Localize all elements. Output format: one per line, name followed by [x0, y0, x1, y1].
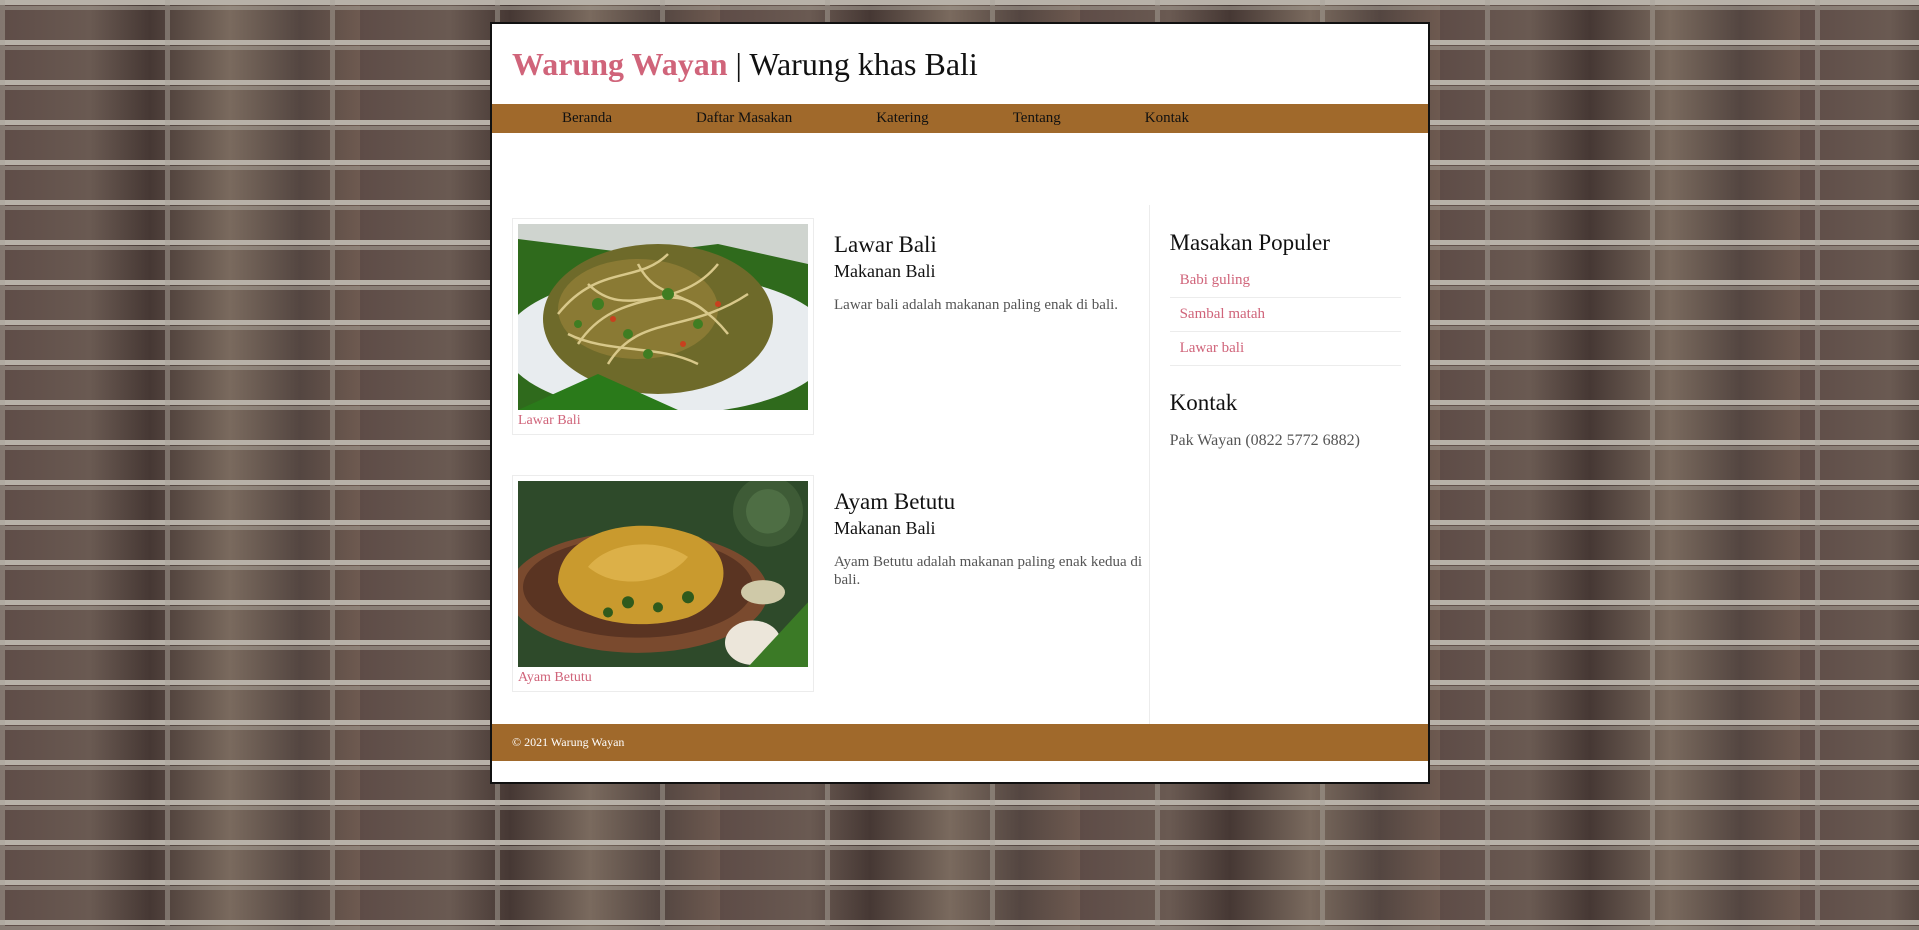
- copyright-text: © 2021 Warung Wayan: [512, 735, 625, 749]
- popular-link-babi-guling[interactable]: Babi guling: [1180, 272, 1250, 288]
- article-body: Lawar Bali Makanan Bali Lawar bali adala…: [814, 218, 1118, 435]
- list-item: Lawar bali: [1169, 332, 1401, 366]
- title-separator: |: [727, 45, 750, 82]
- popular-dishes-title: Masakan Populer: [1169, 230, 1330, 255]
- site-title: Warung Wayan | Warung khas Bali: [512, 46, 978, 83]
- content-area: Lawar Bali Lawar Bali Makanan Bali Lawar…: [492, 133, 1428, 724]
- page-wrapper: Warung Wayan | Warung khas Bali Beranda …: [490, 22, 1430, 784]
- nav-item-daftar-masakan[interactable]: Daftar Masakan: [696, 110, 792, 127]
- ayam-betutu-image[interactable]: [518, 481, 808, 667]
- site-tagline: Warung khas Bali: [749, 45, 978, 82]
- list-item: Sambal matah: [1169, 298, 1401, 332]
- article-description: Ayam Betutu adalah makanan paling enak k…: [834, 554, 1143, 588]
- popular-dishes-list: Babi guling Sambal matah Lawar bali: [1169, 264, 1401, 366]
- nav-item-beranda[interactable]: Beranda: [562, 110, 612, 127]
- brand-name[interactable]: Warung Wayan: [512, 46, 727, 82]
- popular-link-sambal-matah[interactable]: Sambal matah: [1180, 306, 1265, 322]
- popular-link-lawar-bali[interactable]: Lawar bali: [1180, 340, 1245, 356]
- contact-title: Kontak: [1169, 390, 1238, 415]
- article-lawar-bali: Lawar Bali Lawar Bali Makanan Bali Lawar…: [512, 218, 1149, 435]
- main-nav: Beranda Daftar Masakan Katering Tentang …: [492, 104, 1428, 133]
- main-column: Lawar Bali Lawar Bali Makanan Bali Lawar…: [492, 133, 1149, 724]
- contact-info: Pak Wayan (0822 5772 6882): [1169, 432, 1360, 449]
- article-body: Ayam Betutu Makanan Bali Ayam Betutu ada…: [814, 475, 1149, 692]
- article-figure: Lawar Bali: [512, 218, 814, 435]
- article-figure: Ayam Betutu: [512, 475, 814, 692]
- site-footer: © 2021 Warung Wayan: [492, 724, 1428, 761]
- article-subtitle: Makanan Bali: [834, 518, 936, 538]
- article-title: Lawar Bali: [834, 232, 937, 257]
- article-ayam-betutu: Ayam Betutu Ayam Betutu Makanan Bali Aya…: [512, 475, 1149, 692]
- article-description: Lawar bali adalah makanan paling enak di…: [834, 297, 1119, 313]
- figure-caption[interactable]: Ayam Betutu: [518, 670, 808, 686]
- sidebar: Masakan Populer Babi guling Sambal matah…: [1148, 205, 1428, 724]
- figure-caption[interactable]: Lawar Bali: [518, 413, 808, 429]
- site-header: Warung Wayan | Warung khas Bali: [492, 24, 1428, 104]
- list-item: Babi guling: [1169, 264, 1401, 298]
- nav-item-katering[interactable]: Katering: [876, 110, 928, 127]
- lawar-bali-image[interactable]: [518, 224, 808, 410]
- nav-item-tentang[interactable]: Tentang: [1013, 110, 1061, 127]
- nav-item-kontak[interactable]: Kontak: [1145, 110, 1189, 127]
- article-title: Ayam Betutu: [834, 489, 956, 514]
- article-subtitle: Makanan Bali: [834, 261, 936, 281]
